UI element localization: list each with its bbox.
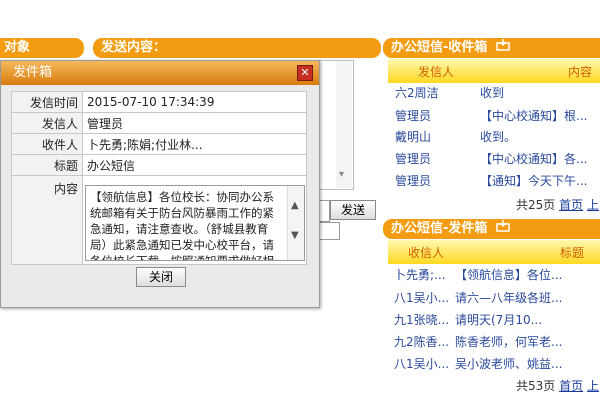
inbox-col-sender: 发信人 bbox=[418, 65, 455, 79]
tab-send-content: 发送内容： bbox=[93, 38, 381, 58]
inbox-row-sender[interactable]: 管理员 bbox=[395, 172, 431, 189]
inbox-row-sender[interactable]: 六2周洁 bbox=[395, 84, 439, 101]
outbox-title: 办公短信-发件箱 bbox=[391, 221, 488, 236]
send-button[interactable]: 发送 bbox=[330, 200, 376, 220]
inbox-row-sender[interactable]: 管理员 bbox=[395, 107, 431, 124]
outbox-page-count: 共53页 bbox=[516, 379, 556, 393]
close-icon[interactable]: ✕ bbox=[297, 65, 313, 81]
outbox-row-receiver[interactable]: 八1吴小... bbox=[394, 355, 449, 372]
outbox-row-subject[interactable]: 请六—八年级各班... bbox=[455, 289, 562, 306]
label-receiver: 收件人 bbox=[11, 133, 83, 155]
inbox-row-content[interactable]: 收到。 bbox=[480, 128, 516, 145]
scroll-down-icon[interactable]: ▾ bbox=[339, 169, 344, 180]
inbox-icon bbox=[496, 39, 510, 55]
outbox-row-subject[interactable]: 【领航信息】各位... bbox=[455, 266, 562, 283]
outbox-icon bbox=[496, 220, 510, 236]
inbox-row-sender[interactable]: 戴明山 bbox=[395, 128, 431, 145]
textarea-scrollbar[interactable]: ▾ bbox=[336, 61, 352, 188]
outbox-column-header: 收信人 标题 bbox=[388, 240, 600, 264]
inbox-row-content[interactable]: 收到 bbox=[480, 84, 504, 101]
outbox-first-page-link[interactable]: 首页 bbox=[559, 379, 583, 393]
content-scrollbar[interactable]: ▲ ▼ bbox=[287, 186, 304, 260]
tab-target: 对象 bbox=[0, 38, 84, 58]
inbox-row-content[interactable]: 【中心校通知】根... bbox=[480, 107, 587, 124]
label-content: 内容 bbox=[11, 175, 83, 265]
inbox-row-content[interactable]: 【通知】今天下午... bbox=[480, 172, 587, 189]
dialog-title: 发件箱 bbox=[13, 65, 53, 80]
inbox-pager: 共25页 首页 上 bbox=[516, 196, 599, 213]
detail-row-sender: 发信人 管理员 bbox=[11, 112, 307, 134]
inbox-row-sender[interactable]: 管理员 bbox=[395, 150, 431, 167]
value-subject: 办公短信 bbox=[82, 154, 307, 176]
value-receiver: 卜先勇;陈娟;付业林... bbox=[82, 133, 307, 155]
close-button[interactable]: 关闭 bbox=[136, 267, 186, 287]
outbox-row-subject[interactable]: 陈香老师，何军老... bbox=[455, 333, 562, 350]
inbox-col-content: 内容 bbox=[568, 65, 593, 79]
outbox-col-subject: 标题 bbox=[560, 246, 585, 260]
detail-row-subject: 标题 办公短信 bbox=[11, 154, 307, 176]
detail-row-receiver: 收件人 卜先勇;陈娟;付业林... bbox=[11, 133, 307, 155]
dialog-titlebar[interactable]: 发件箱 ✕ bbox=[1, 61, 319, 85]
extra-input-2[interactable] bbox=[318, 222, 340, 240]
outbox-pager: 共53页 首页 上 bbox=[516, 377, 599, 394]
scroll-down-icon[interactable]: ▼ bbox=[291, 230, 299, 241]
inbox-title: 办公短信-收件箱 bbox=[391, 40, 488, 55]
detail-row-time: 发信时间 2015-07-10 17:34:39 bbox=[11, 91, 307, 113]
inbox-column-header: 发信人 内容 bbox=[388, 59, 600, 83]
content-textarea[interactable]: 【领航信息】各位校长：协同办公系统邮箱有关于防台风防暴雨工作的紧急通知，请注意查… bbox=[85, 185, 305, 261]
inbox-row-content[interactable]: 【中心校通知】各... bbox=[480, 150, 587, 167]
outbox-row-receiver[interactable]: 九1张晓... bbox=[394, 311, 449, 328]
outbox-detail-dialog: 发件箱 ✕ 发信时间 2015-07-10 17:34:39 发信人 管理员 收… bbox=[0, 60, 320, 308]
content-text: 【领航信息】各位校长：协同办公系统邮箱有关于防台风防暴雨工作的紧急通知，请注意查… bbox=[90, 190, 274, 261]
value-time: 2015-07-10 17:34:39 bbox=[82, 91, 307, 113]
label-sender: 发信人 bbox=[11, 112, 83, 134]
inbox-prev-page-link[interactable]: 上 bbox=[587, 198, 599, 212]
outbox-row-receiver[interactable]: 卜先勇;... bbox=[394, 266, 446, 283]
scroll-up-icon[interactable]: ▲ bbox=[291, 200, 299, 211]
inbox-page-count: 共25页 bbox=[516, 198, 556, 212]
outbox-prev-page-link[interactable]: 上 bbox=[587, 379, 599, 393]
inbox-first-page-link[interactable]: 首页 bbox=[559, 198, 583, 212]
label-time: 发信时间 bbox=[11, 91, 83, 113]
outbox-row-receiver[interactable]: 八1吴小... bbox=[394, 289, 449, 306]
outbox-row-subject[interactable]: 请明天(7月10... bbox=[455, 311, 542, 328]
value-sender: 管理员 bbox=[82, 112, 307, 134]
outbox-header: 办公短信-发件箱 bbox=[383, 219, 600, 239]
outbox-row-subject[interactable]: 吴小波老师、姚益... bbox=[455, 355, 562, 372]
outbox-col-receiver: 收信人 bbox=[408, 246, 445, 260]
outbox-row-receiver[interactable]: 九2陈香... bbox=[394, 333, 449, 350]
inbox-header: 办公短信-收件箱 bbox=[383, 38, 600, 58]
tab-target-label: 对象 bbox=[4, 40, 31, 55]
tab-send-content-label: 发送内容： bbox=[101, 40, 167, 55]
label-subject: 标题 bbox=[11, 154, 83, 176]
